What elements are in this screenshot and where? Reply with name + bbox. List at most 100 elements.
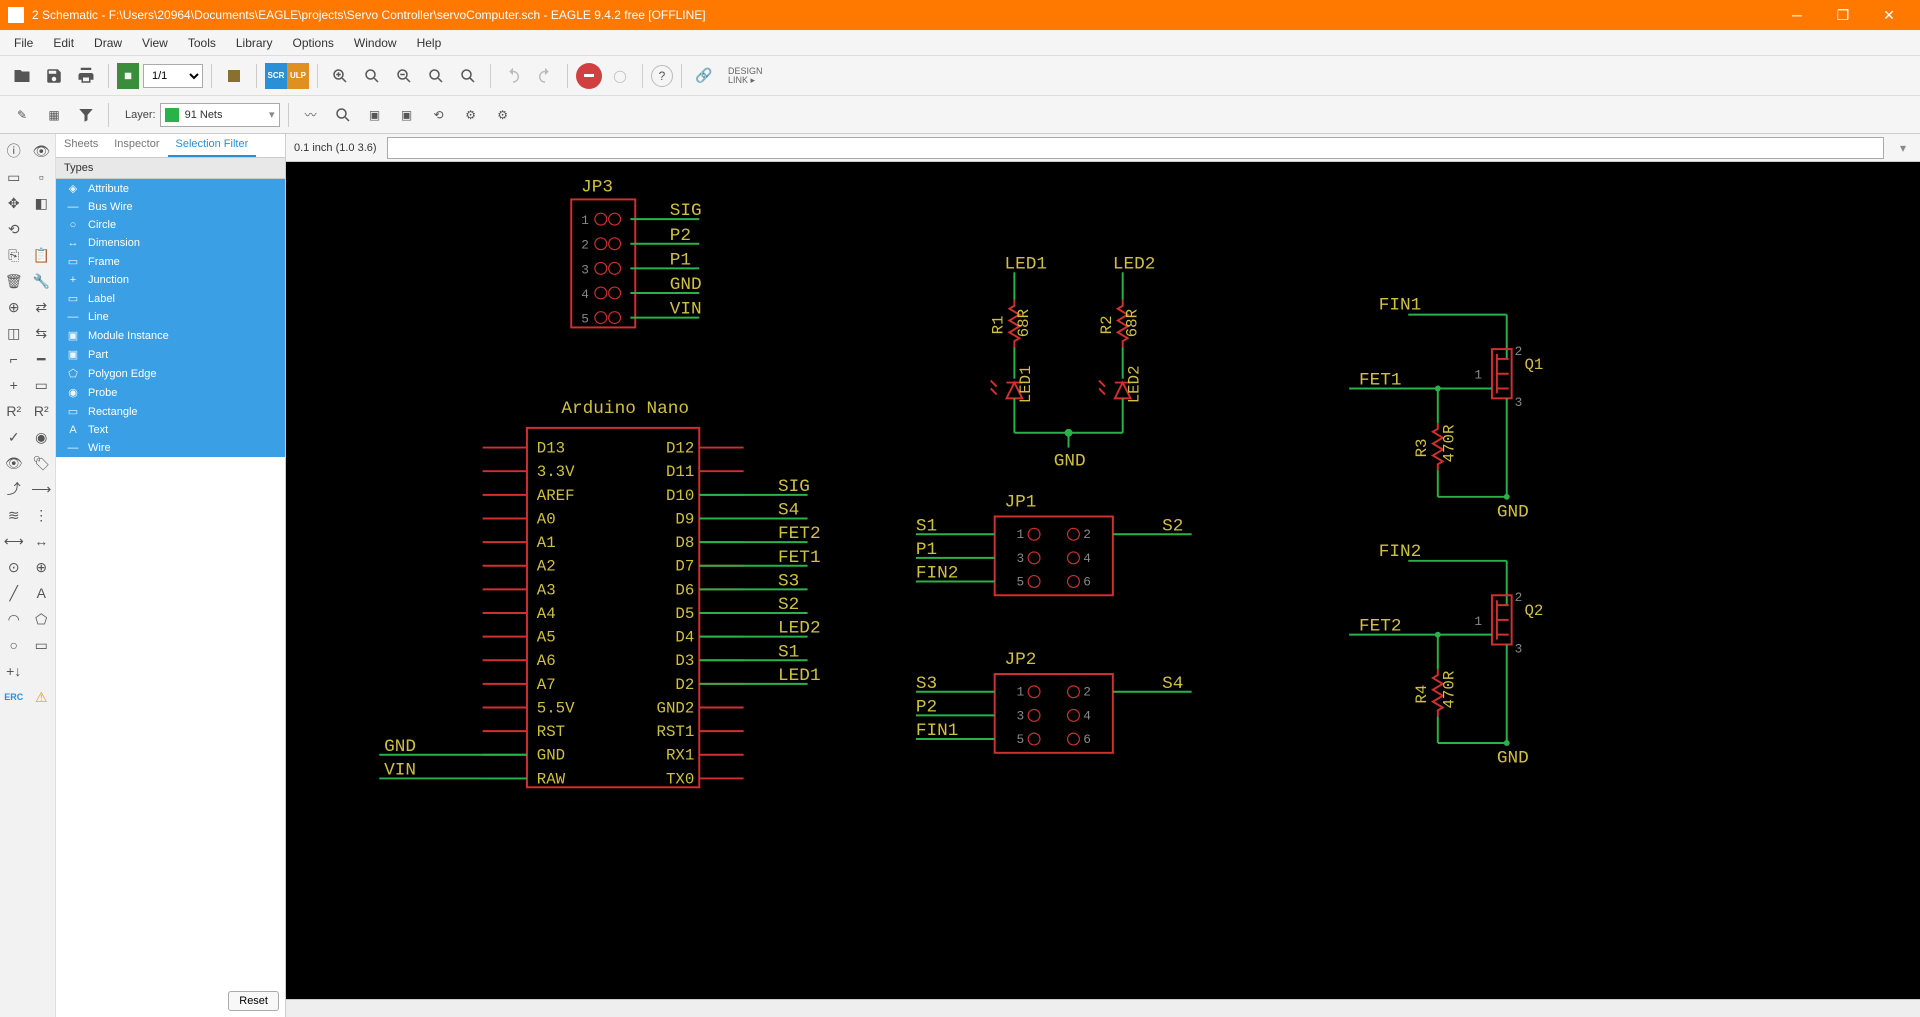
tool-show[interactable]: 👁 bbox=[0, 450, 28, 476]
tool-net[interactable]: ⌐ bbox=[0, 346, 28, 372]
gear-icon[interactable]: ⚙ bbox=[457, 101, 485, 129]
go-button[interactable]: ◯ bbox=[606, 62, 634, 90]
scr-button[interactable]: SCR bbox=[265, 63, 287, 89]
cancel-button[interactable] bbox=[576, 63, 602, 89]
tool-text[interactable]: A bbox=[28, 580, 56, 606]
tool-rect[interactable]: ▭ bbox=[28, 632, 56, 658]
menu-window[interactable]: Window bbox=[344, 32, 407, 54]
design-link-icon[interactable]: 🔗 bbox=[690, 62, 718, 90]
tool-add[interactable]: ⊕ bbox=[0, 294, 28, 320]
tool-value-r2[interactable]: R² bbox=[28, 398, 56, 424]
print-button[interactable] bbox=[72, 62, 100, 90]
module-icon[interactable]: ▣ bbox=[361, 101, 389, 129]
wand-tool-icon[interactable]: ✎ bbox=[8, 101, 36, 129]
zoom-redraw-button[interactable] bbox=[422, 62, 450, 90]
tool-dim2[interactable]: ↔ bbox=[28, 528, 56, 554]
menu-tools[interactable]: Tools bbox=[178, 32, 226, 54]
tool-warn[interactable]: ⚠ bbox=[28, 684, 56, 710]
help-button[interactable]: ? bbox=[651, 65, 673, 87]
command-input[interactable] bbox=[387, 137, 1884, 159]
panel-tab-selection-filter[interactable]: Selection Filter bbox=[168, 134, 257, 157]
type-bus-wire[interactable]: —Bus Wire bbox=[56, 198, 285, 216]
tool-replace[interactable]: ◫ bbox=[0, 320, 28, 346]
ulp-button[interactable]: ULP bbox=[287, 63, 309, 89]
tool-copy[interactable]: ⎘ bbox=[0, 242, 28, 268]
tool-erc2[interactable]: ERC bbox=[0, 684, 28, 710]
link-icon[interactable]: ⟲ bbox=[425, 101, 453, 129]
tool-delete[interactable]: 🗑 bbox=[0, 268, 28, 294]
tool-dim[interactable]: ⟷ bbox=[0, 528, 28, 554]
type-module-instance[interactable]: ▣Module Instance bbox=[56, 326, 285, 345]
type-line[interactable]: —Line bbox=[56, 308, 285, 326]
type-wire[interactable]: —Wire bbox=[56, 439, 285, 457]
zoom-fit-button[interactable] bbox=[358, 62, 386, 90]
h-scrollbar[interactable] bbox=[286, 999, 1920, 1017]
panel-tab-sheets[interactable]: Sheets bbox=[56, 134, 106, 157]
type-text[interactable]: AText bbox=[56, 421, 285, 439]
tool-line[interactable]: ╱ bbox=[0, 580, 28, 606]
tool-change[interactable]: 🔧 bbox=[28, 268, 56, 294]
type-junction[interactable]: +Junction bbox=[56, 271, 285, 289]
tool-eye[interactable]: 👁 bbox=[28, 138, 56, 164]
tool-poly[interactable]: ⬠ bbox=[28, 606, 56, 632]
tool-tag[interactable]: 🏷 bbox=[28, 450, 56, 476]
tool-arc[interactable]: ◠ bbox=[0, 606, 28, 632]
panel-tab-inspector[interactable]: Inspector bbox=[106, 134, 167, 157]
zoom-in-button[interactable] bbox=[326, 62, 354, 90]
tool-mark[interactable]: ⊙ bbox=[0, 554, 28, 580]
grid-tool-icon[interactable]: ▦ bbox=[40, 101, 68, 129]
menu-view[interactable]: View bbox=[132, 32, 178, 54]
open-button[interactable] bbox=[8, 62, 36, 90]
wire-style-icon[interactable]: 〰 bbox=[297, 101, 325, 129]
menu-options[interactable]: Options bbox=[283, 32, 344, 54]
tool-sim[interactable]: ◉ bbox=[28, 424, 56, 450]
menu-help[interactable]: Help bbox=[407, 32, 452, 54]
reset-button[interactable]: Reset bbox=[228, 991, 279, 1011]
tool-split[interactable]: ⤴ bbox=[0, 476, 28, 502]
tool-group[interactable]: ▫ bbox=[28, 164, 56, 190]
schematic-canvas[interactable]: JP31SIG2P23P14GND5VINArduino NanoD13D123… bbox=[286, 162, 1920, 999]
tool-miter[interactable]: ≋ bbox=[0, 502, 28, 528]
tool-paste[interactable]: 📋 bbox=[28, 242, 56, 268]
menu-file[interactable]: File bbox=[4, 32, 43, 54]
zoom-select-button[interactable] bbox=[454, 62, 482, 90]
tool-select[interactable]: ▭ bbox=[0, 164, 28, 190]
board-button[interactable] bbox=[220, 62, 248, 90]
gear2-icon[interactable]: ⚙ bbox=[489, 101, 517, 129]
layer-selector[interactable]: 91 Nets ▾ bbox=[160, 103, 280, 127]
close-button[interactable]: ✕ bbox=[1866, 0, 1912, 30]
filter-tool-icon[interactable] bbox=[72, 101, 100, 129]
tool-info[interactable]: ⓘ bbox=[0, 138, 28, 164]
tool-gateswap[interactable]: ⇆ bbox=[28, 320, 56, 346]
menu-edit[interactable]: Edit bbox=[43, 32, 84, 54]
zoom-out-button[interactable] bbox=[390, 62, 418, 90]
type-frame[interactable]: ▭Frame bbox=[56, 252, 285, 271]
tool-value-r[interactable]: R² bbox=[0, 398, 28, 424]
sheet-selector[interactable]: 1/1 bbox=[143, 64, 203, 88]
menu-library[interactable]: Library bbox=[226, 32, 283, 54]
type-label[interactable]: ▭Label bbox=[56, 289, 285, 308]
tool-move[interactable]: ✥ bbox=[0, 190, 28, 216]
type-dimension[interactable]: ↔Dimension bbox=[56, 234, 285, 252]
design-link-label[interactable]: DESIGN LINK ▸ bbox=[728, 67, 763, 85]
tool-mark2[interactable]: ⊕ bbox=[28, 554, 56, 580]
maximize-button[interactable]: ❐ bbox=[1820, 0, 1866, 30]
type-rectangle[interactable]: ▭Rectangle bbox=[56, 402, 285, 421]
tool-label[interactable]: ▭ bbox=[28, 372, 56, 398]
tool-bus[interactable]: ━ bbox=[28, 346, 56, 372]
tool-mirror[interactable]: ◧ bbox=[28, 190, 56, 216]
save-button[interactable] bbox=[40, 62, 68, 90]
tool-invoke[interactable]: ⟶ bbox=[28, 476, 56, 502]
module2-icon[interactable]: ▣ bbox=[393, 101, 421, 129]
type-attribute[interactable]: ◈Attribute bbox=[56, 179, 285, 198]
type-polygon-edge[interactable]: ⬠Polygon Edge bbox=[56, 364, 285, 383]
tool-erc[interactable]: ✓ bbox=[0, 424, 28, 450]
cmd-dropdown-icon[interactable]: ▾ bbox=[1894, 141, 1912, 155]
tool-circ[interactable]: ○ bbox=[0, 632, 28, 658]
menu-draw[interactable]: Draw bbox=[84, 32, 132, 54]
type-part[interactable]: ▣Part bbox=[56, 345, 285, 364]
type-probe[interactable]: ◉Probe bbox=[56, 383, 285, 402]
tool-pinswap[interactable]: ⇄ bbox=[28, 294, 56, 320]
redo-button[interactable] bbox=[531, 62, 559, 90]
zoom-net-icon[interactable] bbox=[329, 101, 357, 129]
